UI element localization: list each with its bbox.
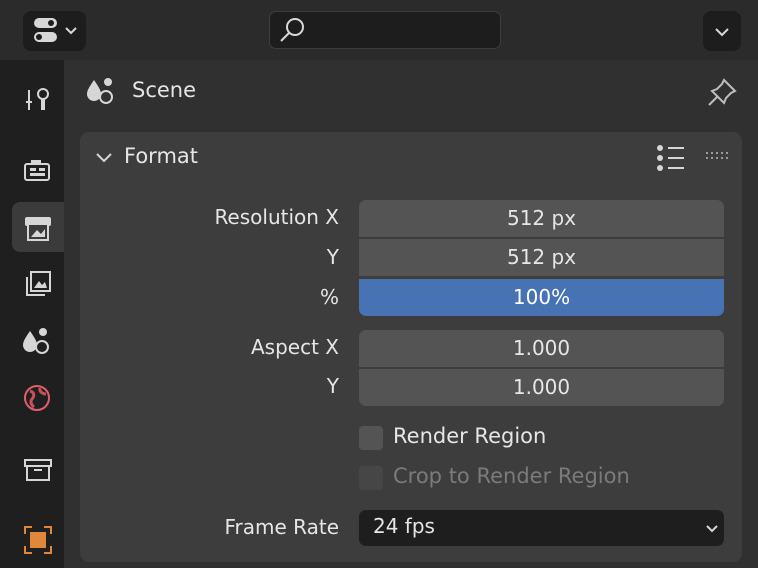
render-region-checkbox[interactable] — [359, 426, 383, 450]
tool-icon — [26, 88, 49, 110]
resolution-y-label: Y — [326, 245, 339, 269]
options-chevron-icon — [715, 28, 729, 37]
resolution-x-field[interactable]: 512 px — [359, 200, 724, 237]
options-button[interactable] — [703, 11, 741, 51]
frame-rate-label: Frame Rate — [224, 515, 339, 539]
tab-scene[interactable] — [12, 315, 64, 365]
search-icon — [280, 18, 304, 42]
editor-type-icon — [34, 18, 77, 42]
aspect-y-field[interactable]: 1.000 — [359, 369, 724, 406]
collection-icon — [24, 459, 52, 481]
panel-title[interactable]: Format — [124, 144, 198, 168]
collapse-chevron-icon[interactable] — [94, 147, 118, 171]
object-icon — [24, 526, 52, 554]
crop-render-region-label: Crop to Render Region — [393, 464, 630, 488]
tab-render[interactable] — [12, 144, 64, 194]
tab-object[interactable] — [12, 514, 64, 564]
aspect-x-field[interactable]: 1.000 — [359, 330, 724, 367]
render-region-label[interactable]: Render Region — [393, 424, 546, 448]
dropdown-chevron-icon — [706, 525, 718, 533]
render-icon — [24, 160, 50, 181]
tab-output[interactable] — [12, 202, 64, 252]
pin-icon[interactable] — [705, 76, 739, 110]
search-input[interactable] — [269, 11, 501, 49]
properties-tab-bar — [0, 60, 64, 568]
aspect-x-label: Aspect X — [251, 335, 339, 359]
presets-icon[interactable] — [654, 144, 688, 174]
tab-view-layer[interactable] — [12, 258, 64, 308]
output-icon — [25, 217, 51, 241]
resolution-y-field[interactable]: 512 px — [359, 239, 724, 276]
properties-header — [0, 0, 758, 60]
crop-render-region-checkbox — [359, 466, 383, 490]
drag-handle-icon[interactable] — [705, 150, 731, 164]
view-layer-icon — [26, 271, 51, 296]
context-title: Scene — [132, 78, 197, 102]
aspect-y-label: Y — [326, 374, 339, 398]
resolution-percent-label: % — [319, 285, 339, 309]
scene-context-icon — [87, 78, 113, 104]
resolution-x-label: Resolution X — [214, 205, 339, 229]
scene-icon — [23, 328, 49, 354]
tab-world[interactable] — [12, 372, 64, 422]
tab-tool[interactable] — [12, 74, 64, 124]
tab-collection[interactable] — [12, 444, 64, 494]
resolution-percent-field[interactable]: 100% — [359, 279, 724, 316]
editor-type-button[interactable] — [23, 11, 86, 51]
frame-rate-value: 24 fps — [373, 514, 435, 538]
world-icon — [24, 385, 50, 411]
